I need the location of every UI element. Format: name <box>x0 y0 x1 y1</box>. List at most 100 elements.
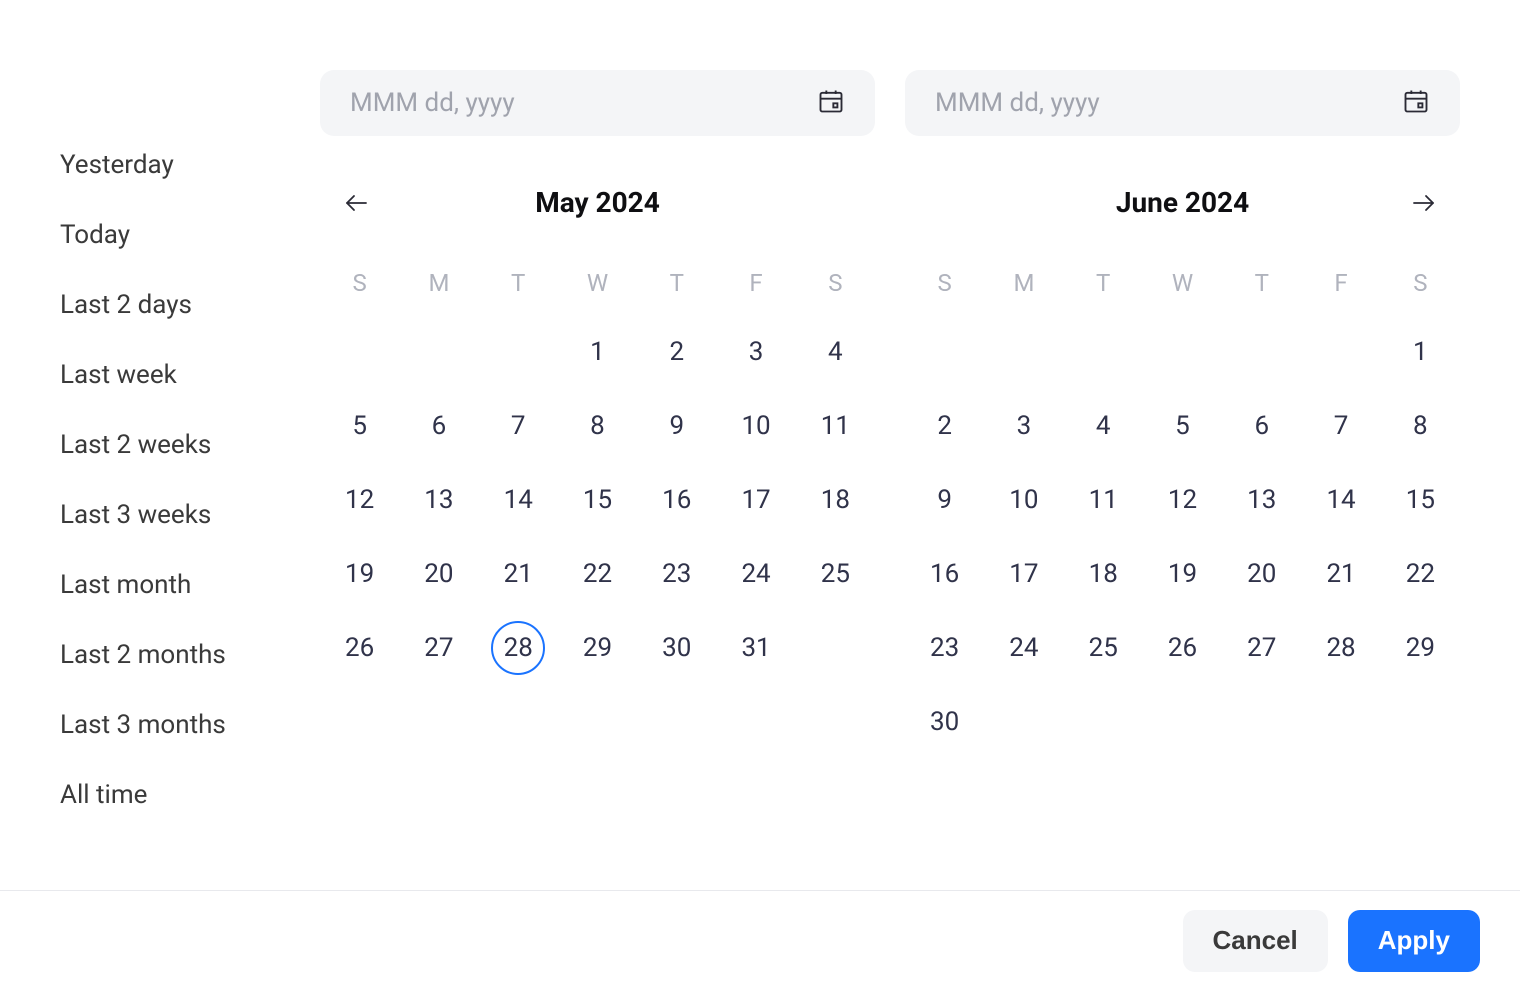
day-cell[interactable]: 27 <box>399 623 478 673</box>
start-date-input[interactable]: MMM dd, yyyy <box>320 70 875 136</box>
weekday-label: W <box>1143 259 1222 307</box>
next-month-button[interactable] <box>1408 187 1440 219</box>
day-cell[interactable]: 18 <box>1064 549 1143 599</box>
calendar-right: June 2024 SMTWTFS 1234567891011121314151… <box>905 186 1460 747</box>
day-cell[interactable]: 24 <box>716 549 795 599</box>
day-cell[interactable]: 29 <box>558 623 637 673</box>
day-cell[interactable]: 20 <box>399 549 478 599</box>
day-cell[interactable]: 13 <box>1222 475 1301 525</box>
day-empty <box>905 327 984 377</box>
weekday-label: T <box>637 259 716 307</box>
day-cell[interactable]: 9 <box>637 401 716 451</box>
day-cell[interactable]: 14 <box>479 475 558 525</box>
weekday-label: S <box>905 259 984 307</box>
day-cell[interactable]: 19 <box>1143 549 1222 599</box>
preset-yesterday[interactable]: Yesterday <box>60 130 320 200</box>
day-cell[interactable]: 21 <box>479 549 558 599</box>
day-cell[interactable]: 27 <box>1222 623 1301 673</box>
day-cell[interactable]: 20 <box>1222 549 1301 599</box>
day-cell[interactable]: 29 <box>1381 623 1460 673</box>
day-cell[interactable]: 25 <box>1064 623 1143 673</box>
day-empty <box>320 327 399 377</box>
day-cell[interactable]: 8 <box>1381 401 1460 451</box>
day-cell[interactable]: 8 <box>558 401 637 451</box>
day-cell[interactable]: 11 <box>796 401 875 451</box>
preset-last-2-months[interactable]: Last 2 months <box>60 620 320 690</box>
apply-button[interactable]: Apply <box>1348 910 1480 972</box>
day-cell[interactable]: 26 <box>320 623 399 673</box>
day-cell[interactable]: 16 <box>637 475 716 525</box>
day-cell[interactable]: 23 <box>905 623 984 673</box>
footer: Cancel Apply <box>0 890 1520 990</box>
day-cell[interactable]: 15 <box>558 475 637 525</box>
day-cell[interactable]: 17 <box>716 475 795 525</box>
day-cell[interactable]: 4 <box>796 327 875 377</box>
day-cell[interactable]: 1 <box>558 327 637 377</box>
preset-last-2-weeks[interactable]: Last 2 weeks <box>60 410 320 480</box>
day-cell[interactable]: 12 <box>1143 475 1222 525</box>
day-cell[interactable]: 19 <box>320 549 399 599</box>
day-cell[interactable]: 1 <box>1381 327 1460 377</box>
day-cell[interactable]: 25 <box>796 549 875 599</box>
day-cell[interactable]: 22 <box>558 549 637 599</box>
day-cell[interactable]: 2 <box>905 401 984 451</box>
prev-month-button[interactable] <box>340 187 372 219</box>
day-cell[interactable]: 21 <box>1301 549 1380 599</box>
preset-last-month[interactable]: Last month <box>60 550 320 620</box>
preset-all-time[interactable]: All time <box>60 760 320 830</box>
day-cell[interactable]: 10 <box>716 401 795 451</box>
day-cell[interactable]: 17 <box>984 549 1063 599</box>
day-cell[interactable]: 24 <box>984 623 1063 673</box>
weekday-label: M <box>399 259 478 307</box>
preset-sidebar: Yesterday Today Last 2 days Last week La… <box>0 0 320 990</box>
day-cell[interactable]: 2 <box>637 327 716 377</box>
day-cell[interactable]: 12 <box>320 475 399 525</box>
weekday-label: F <box>1301 259 1380 307</box>
day-cell[interactable]: 9 <box>905 475 984 525</box>
day-cell[interactable]: 13 <box>399 475 478 525</box>
day-cell[interactable]: 26 <box>1143 623 1222 673</box>
calendar-left: May 2024 SMTWTFS 12345678910111213141516… <box>320 186 875 747</box>
weekday-label: S <box>320 259 399 307</box>
day-cell[interactable]: 11 <box>1064 475 1143 525</box>
preset-last-week[interactable]: Last week <box>60 340 320 410</box>
cancel-button[interactable]: Cancel <box>1183 910 1328 972</box>
weekday-label: S <box>1381 259 1460 307</box>
preset-last-3-weeks[interactable]: Last 3 weeks <box>60 480 320 550</box>
day-cell[interactable]: 3 <box>716 327 795 377</box>
day-cell[interactable]: 15 <box>1381 475 1460 525</box>
day-empty <box>984 327 1063 377</box>
day-cell[interactable]: 5 <box>320 401 399 451</box>
day-cell[interactable]: 5 <box>1143 401 1222 451</box>
day-empty <box>1222 327 1301 377</box>
day-cell[interactable]: 16 <box>905 549 984 599</box>
day-cell[interactable]: 10 <box>984 475 1063 525</box>
day-cell[interactable]: 23 <box>637 549 716 599</box>
day-cell[interactable]: 14 <box>1301 475 1380 525</box>
day-cell[interactable]: 28 <box>479 623 558 673</box>
preset-last-2-days[interactable]: Last 2 days <box>60 270 320 340</box>
day-cell[interactable]: 4 <box>1064 401 1143 451</box>
day-cell[interactable]: 31 <box>716 623 795 673</box>
day-cell[interactable]: 30 <box>637 623 716 673</box>
day-cell[interactable]: 22 <box>1381 549 1460 599</box>
day-cell[interactable]: 6 <box>399 401 478 451</box>
day-empty <box>479 327 558 377</box>
day-cell[interactable]: 7 <box>1301 401 1380 451</box>
preset-last-3-months[interactable]: Last 3 months <box>60 690 320 760</box>
calendar-icon <box>817 87 845 119</box>
weekday-label: T <box>1222 259 1301 307</box>
day-cell[interactable]: 6 <box>1222 401 1301 451</box>
day-cell[interactable]: 30 <box>905 697 984 747</box>
end-date-input[interactable]: MMM dd, yyyy <box>905 70 1460 136</box>
end-date-placeholder: MMM dd, yyyy <box>935 88 1100 118</box>
weekday-label: W <box>558 259 637 307</box>
day-cell[interactable]: 7 <box>479 401 558 451</box>
weekday-label: T <box>479 259 558 307</box>
preset-today[interactable]: Today <box>60 200 320 270</box>
day-cell[interactable]: 28 <box>1301 623 1380 673</box>
day-cell[interactable]: 18 <box>796 475 875 525</box>
weekday-label: F <box>716 259 795 307</box>
weekday-label: S <box>796 259 875 307</box>
day-cell[interactable]: 3 <box>984 401 1063 451</box>
